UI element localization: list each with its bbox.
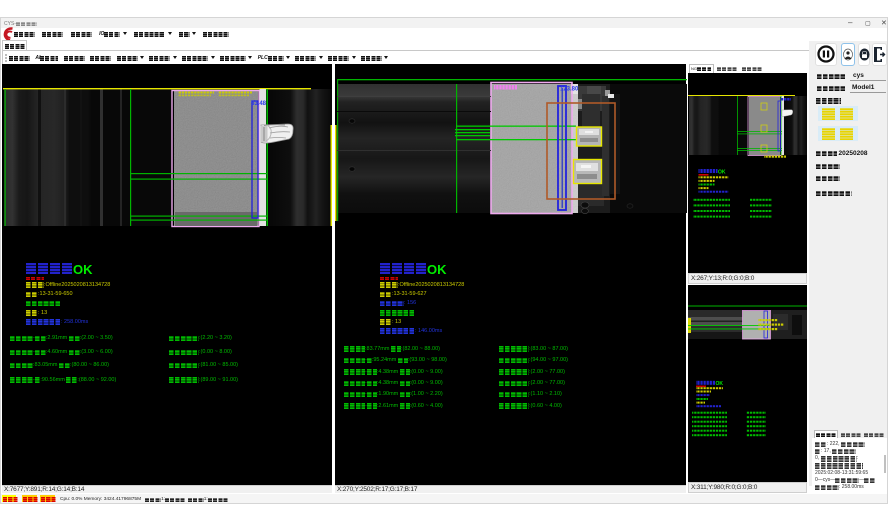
svg-text:53.48: 53.48: [251, 101, 267, 107]
svg-text:123.80: 123.80: [560, 87, 579, 93]
svg-text:OK: OK: [716, 381, 724, 387]
svg-text:OK: OK: [718, 169, 726, 175]
